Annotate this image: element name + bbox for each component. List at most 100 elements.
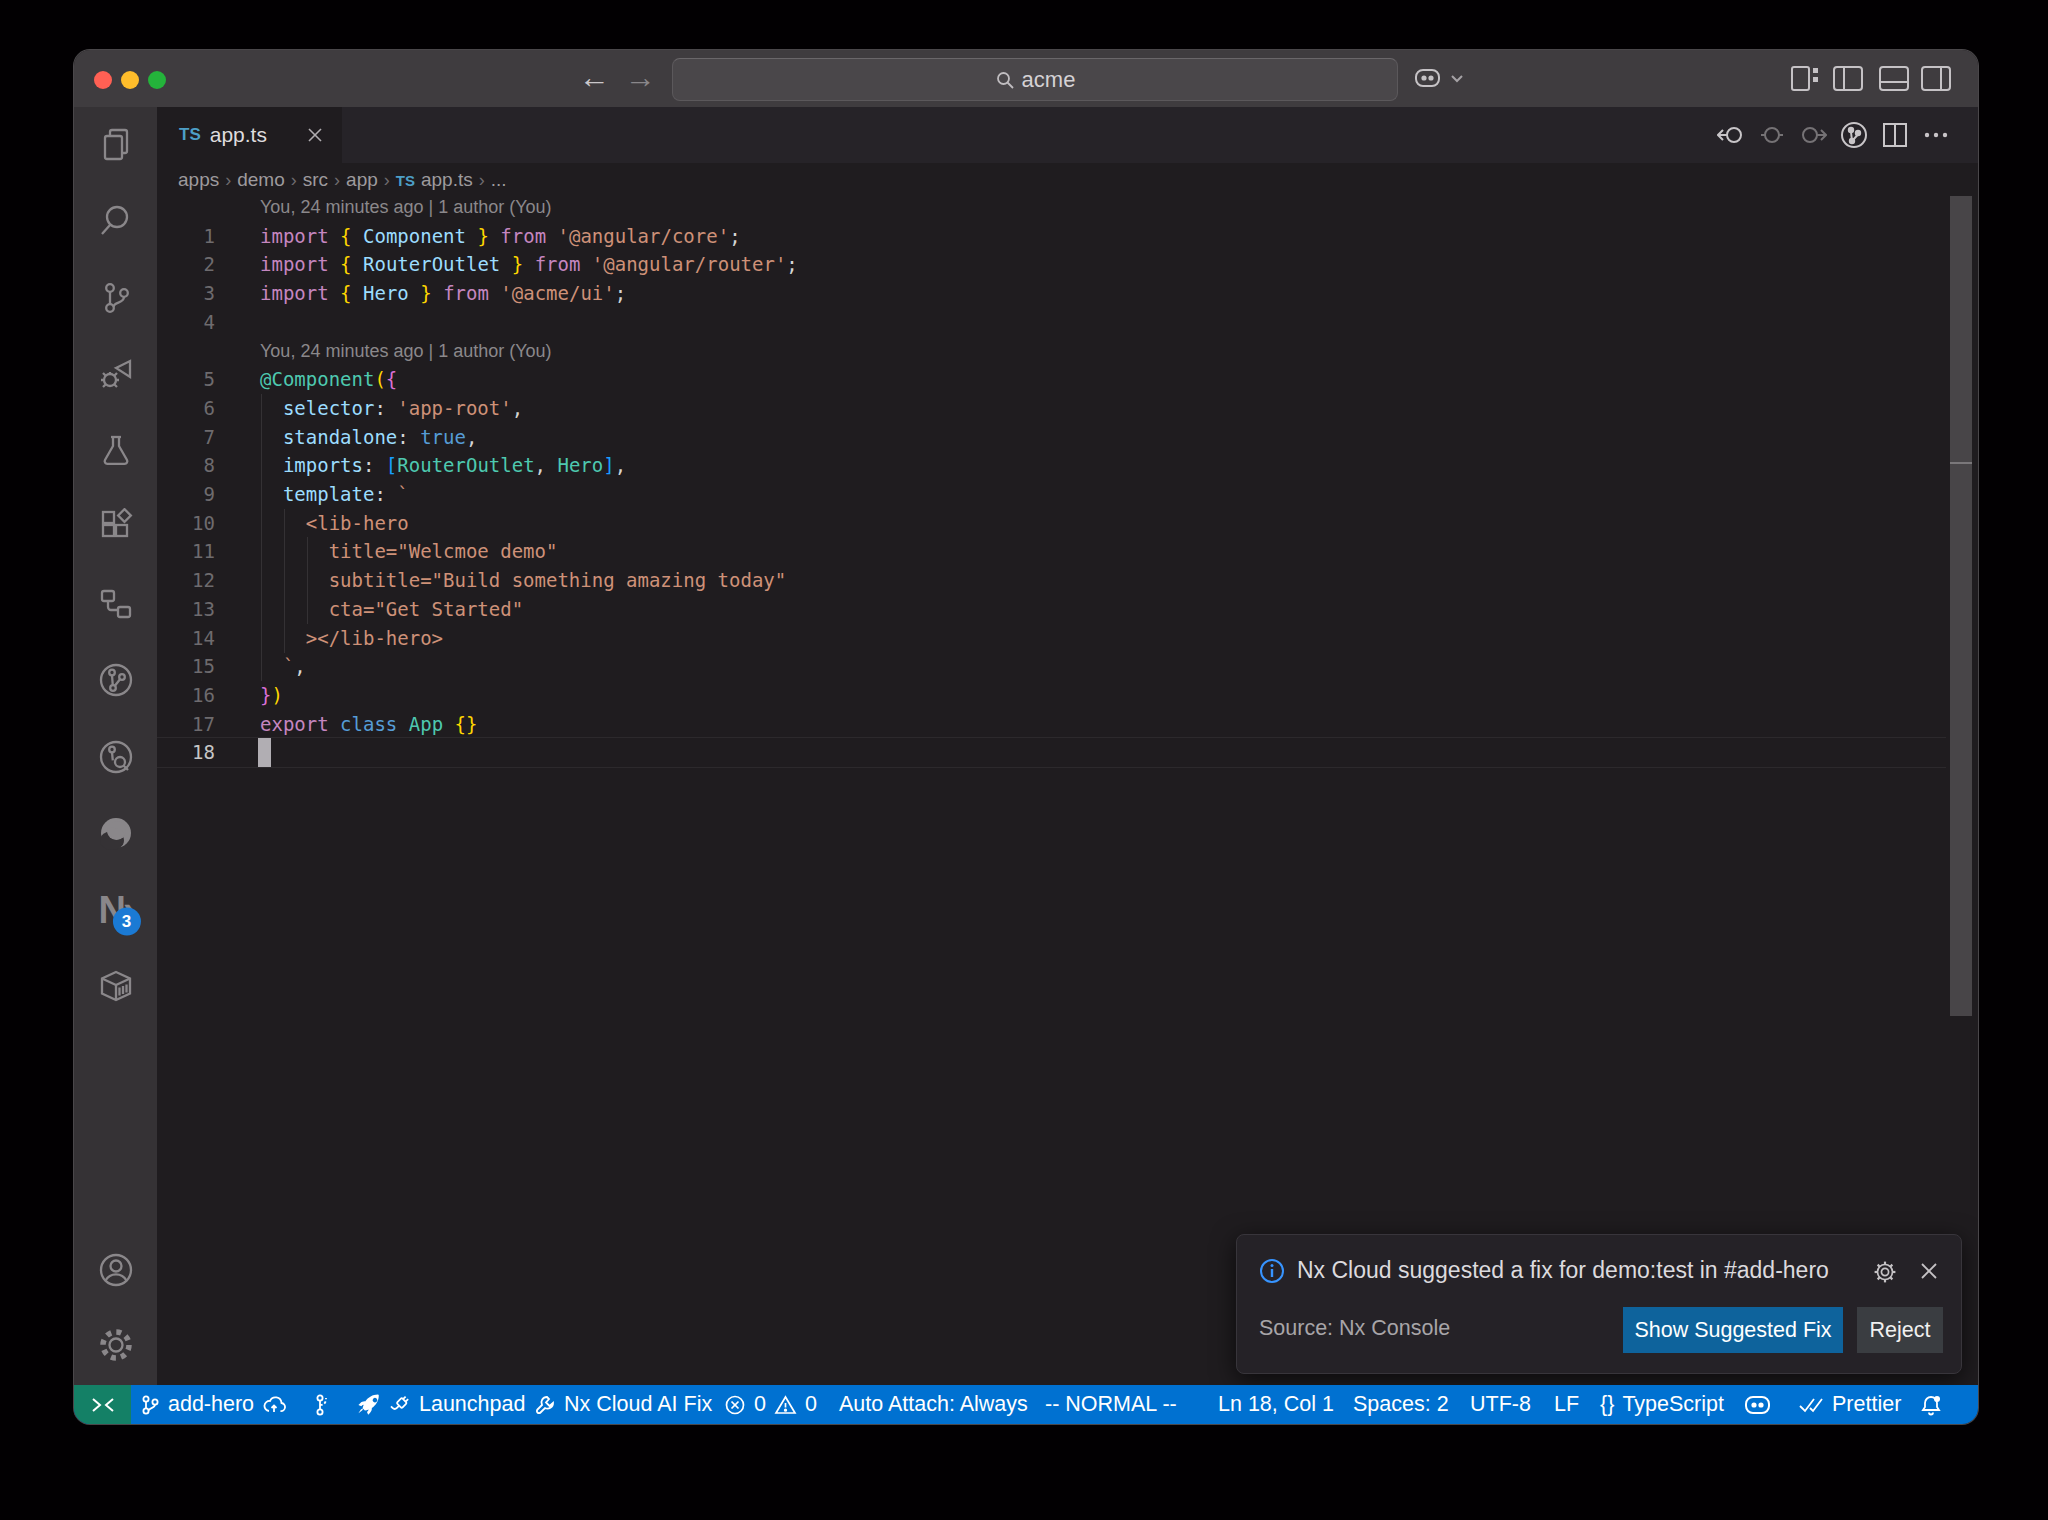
- line-number: 7: [157, 423, 215, 452]
- code-token: [260, 655, 283, 677]
- show-suggested-fix-button[interactable]: Show Suggested Fix: [1623, 1307, 1843, 1353]
- nx-cloud-fix-status-item[interactable]: Nx Cloud AI Fix: [534, 1385, 712, 1424]
- code-token: [260, 454, 283, 476]
- more-actions-icon[interactable]: [1915, 131, 1956, 139]
- breadcrumb-item[interactable]: apps: [178, 169, 219, 191]
- code-token: ;: [786, 253, 797, 275]
- editor-actions: [1710, 107, 1956, 163]
- close-traffic-light[interactable]: [94, 71, 112, 89]
- prettier-status-item[interactable]: Prettier: [1798, 1385, 1901, 1424]
- code-token: subtitle="Build something amazing today": [329, 569, 787, 591]
- codelens-annotation[interactable]: You, 24 minutes ago | 1 author (You): [260, 337, 552, 365]
- code-token: selector: [283, 397, 375, 419]
- code-token: [260, 540, 329, 562]
- code-token: Hero: [557, 454, 603, 476]
- remote-indicator[interactable]: [74, 1385, 131, 1424]
- rocket-icon: [357, 1393, 380, 1416]
- run-forward-icon[interactable]: [1792, 124, 1833, 146]
- scrollbar-cursor-marker: [1950, 462, 1972, 464]
- copilot-status-icon[interactable]: [1744, 1385, 1771, 1424]
- copilot-icon[interactable]: [1414, 66, 1441, 90]
- line-number: 17: [157, 710, 215, 739]
- launchpad-status-item[interactable]: Launchpad: [357, 1385, 525, 1424]
- code-token: [443, 713, 454, 735]
- line-number: 8: [157, 451, 215, 480]
- line-number: 3: [157, 279, 215, 308]
- line-number: 15: [157, 652, 215, 681]
- code-token: class: [340, 713, 397, 735]
- edge-browser-icon[interactable]: [95, 812, 137, 854]
- vim-mode-status-item[interactable]: -- NORMAL --: [1045, 1385, 1177, 1424]
- codelens-annotation[interactable]: You, 24 minutes ago | 1 author (You): [260, 193, 552, 221]
- code-token: [352, 282, 363, 304]
- toggle-secondary-sidebar-icon[interactable]: [1920, 65, 1952, 92]
- toggle-panel-icon[interactable]: [1878, 65, 1910, 92]
- code-token: 'app-root': [397, 397, 511, 419]
- breadcrumb-item[interactable]: src: [303, 169, 328, 191]
- editor[interactable]: You, 24 minutes ago | 1 author (You)1imp…: [157, 197, 1946, 1385]
- zoom-traffic-light[interactable]: [148, 71, 166, 89]
- minimize-traffic-light[interactable]: [121, 71, 139, 89]
- code-token: RouterOutlet: [363, 253, 500, 275]
- extensions-icon[interactable]: [97, 508, 135, 546]
- branch-status-item[interactable]: add-hero: [140, 1385, 286, 1424]
- breadcrumb-item[interactable]: demo: [237, 169, 285, 191]
- command-center-search[interactable]: acme: [672, 58, 1398, 101]
- code-token: from: [443, 282, 489, 304]
- breadcrumb-item[interactable]: app.ts: [421, 169, 473, 191]
- nx-console-icon[interactable]: N› 3: [98, 889, 132, 932]
- customize-layout-icon[interactable]: [1790, 65, 1820, 92]
- auto-attach-status-item[interactable]: Auto Attach: Always: [839, 1385, 1028, 1424]
- close-tab-icon[interactable]: [307, 127, 323, 143]
- language-status-item[interactable]: {}TypeScript: [1600, 1385, 1724, 1424]
- code-token: :: [374, 483, 397, 505]
- vertical-scrollbar[interactable]: [1950, 196, 1972, 1016]
- code-token: [500, 253, 511, 275]
- run-debug-icon[interactable]: [96, 354, 136, 394]
- problems-status-item[interactable]: 0 0: [724, 1385, 817, 1424]
- explorer-icon[interactable]: [97, 126, 135, 164]
- toggle-sidebar-icon[interactable]: [1832, 65, 1864, 92]
- breadcrumb-item[interactable]: ...: [491, 169, 507, 191]
- code-token: [523, 253, 534, 275]
- breadcrumb-item[interactable]: app: [346, 169, 378, 191]
- nx-project-graph-icon[interactable]: [97, 585, 135, 623]
- settings-gear-icon[interactable]: [95, 1324, 137, 1366]
- cursor-position-status-item[interactable]: Ln 18, Col 1: [1218, 1385, 1334, 1424]
- code-token: {: [340, 282, 351, 304]
- container-icon[interactable]: [96, 966, 136, 1006]
- eol-status-item[interactable]: LF: [1554, 1385, 1579, 1424]
- toast-close-icon[interactable]: [1917, 1259, 1941, 1283]
- git-search-circle-icon[interactable]: [95, 736, 137, 778]
- chevron-down-icon[interactable]: [1450, 74, 1464, 84]
- editor-cursor: [258, 738, 271, 767]
- code-line: 9 template: `: [157, 480, 1946, 509]
- code-token: imports: [283, 454, 363, 476]
- run-node-icon[interactable]: [1751, 124, 1792, 146]
- code-token: App: [409, 713, 443, 735]
- split-editor-icon[interactable]: [1874, 122, 1915, 148]
- accounts-icon[interactable]: [95, 1249, 137, 1291]
- git-graph-circle-icon[interactable]: [95, 659, 137, 701]
- toast-settings-icon[interactable]: [1872, 1259, 1898, 1285]
- breadcrumb-separator: ›: [384, 170, 390, 191]
- source-control-icon[interactable]: [97, 279, 135, 317]
- run-back-icon[interactable]: [1710, 124, 1751, 146]
- reject-button[interactable]: Reject: [1857, 1307, 1943, 1353]
- encoding-status-item[interactable]: UTF-8: [1470, 1385, 1531, 1424]
- git-graph-status-item[interactable]: [311, 1385, 329, 1424]
- code-token: RouterOutlet: [397, 454, 534, 476]
- search-sidebar-icon[interactable]: [97, 202, 135, 240]
- code-line: 6 selector: 'app-root',: [157, 394, 1946, 423]
- warning-count: 0: [805, 1392, 817, 1417]
- forward-arrow-icon[interactable]: →: [625, 60, 656, 96]
- back-arrow-icon[interactable]: ←: [579, 60, 610, 96]
- notifications-bell-icon[interactable]: [1919, 1385, 1943, 1424]
- git-actions-icon[interactable]: [1833, 120, 1874, 150]
- git-branch-icon: [140, 1394, 160, 1416]
- testing-icon[interactable]: [97, 432, 135, 470]
- indentation-status-item[interactable]: Spaces: 2: [1353, 1385, 1449, 1424]
- tab-app-ts[interactable]: TS app.ts: [157, 107, 342, 163]
- code-line: 18: [157, 738, 1946, 767]
- code-token: }: [420, 282, 431, 304]
